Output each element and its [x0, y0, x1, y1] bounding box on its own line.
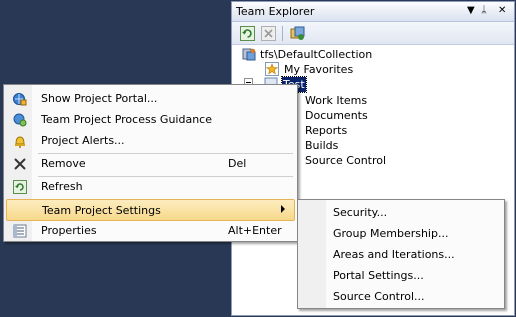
menu-item-project-alerts[interactable]: Project Alerts... — [6, 130, 295, 152]
submenu-label: Areas and Iterations... — [333, 248, 455, 261]
tree-node-work-items[interactable]: Work Items — [305, 93, 425, 108]
menu-item-refresh[interactable]: Refresh — [6, 176, 295, 198]
pin-icon[interactable]: ᛦ — [481, 5, 487, 16]
submenu-label: Security... — [333, 206, 388, 219]
stop-icon[interactable] — [261, 26, 276, 41]
menu-label: Project Alerts... — [41, 134, 125, 147]
tree-label-collection: tfs\DefaultCollection — [260, 48, 373, 61]
team-explorer-titlebar: Team Explorer ▼ ᛦ ✕ — [232, 2, 514, 22]
tree-label-source-control: Source Control — [305, 154, 387, 167]
tree-node-source-control[interactable]: Source Control — [305, 153, 425, 168]
menu-item-show-project-portal[interactable]: Show Project Portal... — [6, 88, 295, 110]
submenu-item-areas-iterations[interactable]: Areas and Iterations... — [300, 245, 502, 266]
submenu-label: Source Control... — [333, 290, 425, 303]
tree-node-favorites[interactable]: My Favorites — [265, 62, 425, 77]
tree-node-reports[interactable]: Reports — [305, 123, 425, 138]
menu-label: Team Project Settings — [42, 204, 161, 217]
menu-label: Properties — [41, 224, 97, 237]
toolbar-separator — [282, 26, 283, 41]
star-icon — [265, 62, 279, 76]
server-icon — [242, 47, 256, 61]
menu-label: Team Project Process Guidance — [41, 113, 212, 126]
dropdown-icon[interactable]: ▼ — [467, 5, 475, 16]
menu-label: Show Project Portal... — [41, 92, 158, 105]
team-explorer-toolbar — [232, 22, 514, 45]
add-project-icon[interactable] — [290, 26, 305, 41]
tree-label-documents: Documents — [305, 109, 368, 122]
submenu-label: Portal Settings... — [333, 269, 424, 282]
tree-label-work-items: Work Items — [305, 94, 368, 107]
submenu-item-security[interactable]: Security... — [300, 203, 502, 224]
menu-shortcut: Del — [228, 157, 247, 170]
remove-x-icon — [13, 157, 27, 171]
tree-label-builds: Builds — [305, 139, 339, 152]
submenu-item-portal-settings[interactable]: Portal Settings... — [300, 266, 502, 287]
menu-item-team-project-settings[interactable]: Team Project Settings — [6, 199, 295, 221]
guidance-icon — [13, 113, 27, 127]
menu-shortcut: Alt+Enter — [228, 224, 282, 237]
tree-node-collection[interactable]: tfs\DefaultCollection — [242, 47, 442, 62]
menu-label: Remove — [41, 157, 86, 170]
team-project-settings-submenu: Security... Group Membership... Areas an… — [297, 199, 505, 309]
submenu-item-source-control[interactable]: Source Control... — [300, 287, 502, 308]
menu-label: Refresh — [41, 180, 83, 193]
submenu-arrow-icon — [281, 205, 285, 213]
refresh-icon[interactable] — [240, 26, 255, 41]
menu-item-process-guidance[interactable]: Team Project Process Guidance — [6, 109, 295, 131]
tree-label-reports: Reports — [305, 124, 348, 137]
submenu-item-group-membership[interactable]: Group Membership... — [300, 224, 502, 245]
menu-item-remove[interactable]: Remove Del — [6, 153, 295, 175]
properties-icon — [13, 224, 27, 238]
team-explorer-title: Team Explorer — [236, 5, 315, 18]
submenu-label: Group Membership... — [333, 227, 449, 240]
bell-icon — [13, 134, 27, 148]
refresh-icon — [13, 180, 27, 194]
portal-icon — [13, 92, 27, 106]
close-icon[interactable]: ✕ — [498, 5, 506, 16]
menu-item-properties[interactable]: Properties Alt+Enter — [6, 220, 295, 242]
tree-node-documents[interactable]: Documents — [305, 108, 425, 123]
project-context-menu: Show Project Portal... Team Project Proc… — [3, 84, 298, 242]
tree-node-builds[interactable]: Builds — [305, 138, 425, 153]
tree-label-favorites: My Favorites — [284, 63, 354, 76]
